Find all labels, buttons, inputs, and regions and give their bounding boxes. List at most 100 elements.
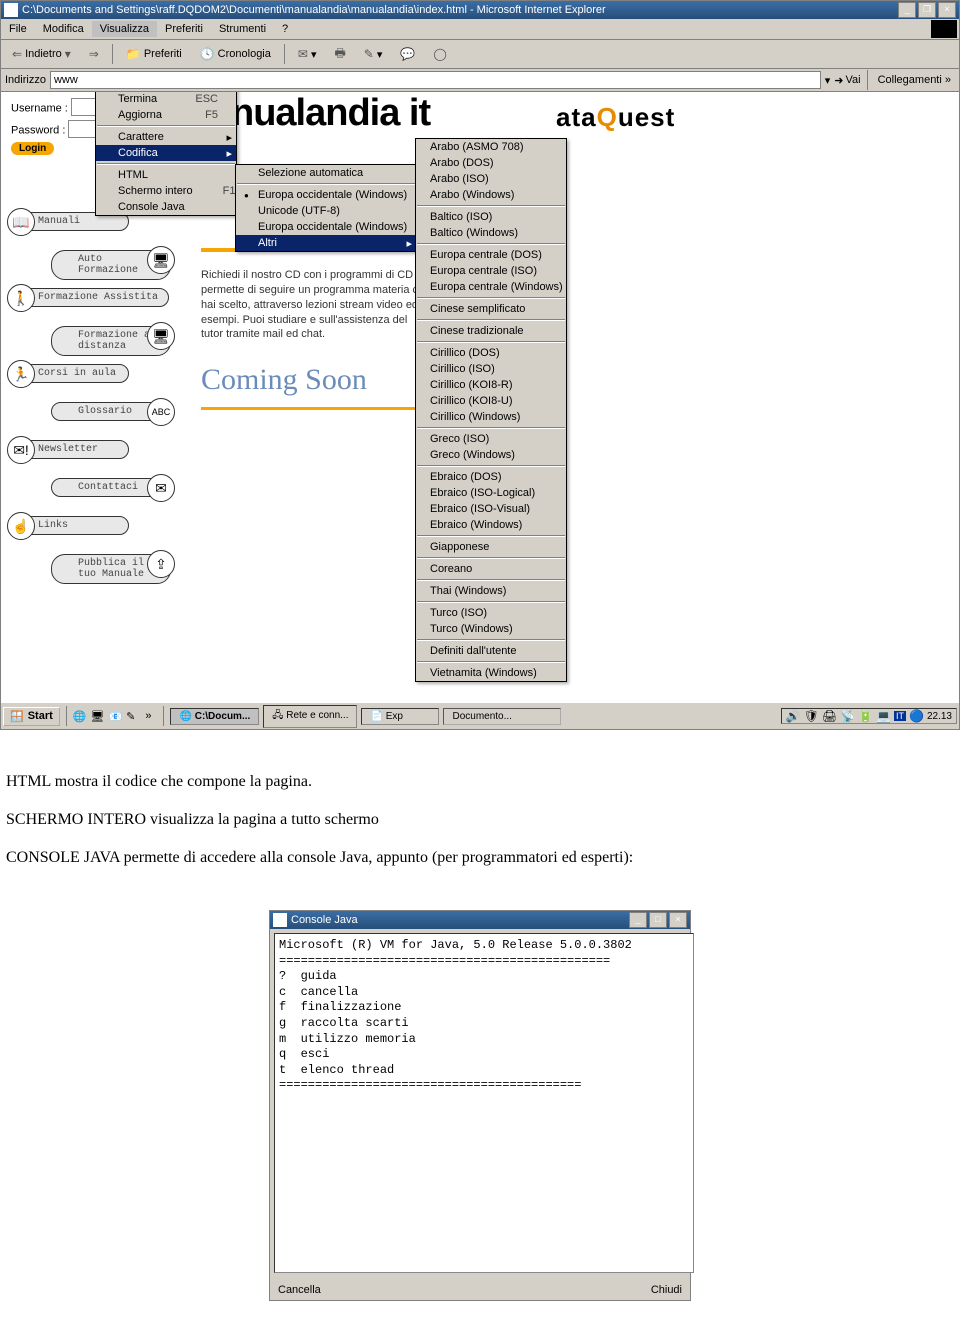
menu-item[interactable]: Europa occidentale (Windows) — [236, 219, 416, 235]
favorites-button[interactable]: 📁 Preferiti — [119, 44, 189, 64]
menu-preferiti[interactable]: Preferiti — [157, 21, 211, 37]
console-java-window: Console Java _ □ × Cancella Chiudi — [269, 910, 691, 1301]
encoding-option[interactable]: Arabo (DOS) — [416, 155, 566, 171]
encoding-option[interactable]: Greco (Windows) — [416, 447, 566, 463]
encoding-option[interactable]: Thai (Windows) — [416, 583, 566, 599]
encoding-option[interactable]: Giapponese — [416, 539, 566, 555]
menu-help[interactable]: ? — [274, 21, 296, 37]
menu-item[interactable]: TerminaESC — [96, 92, 236, 107]
encoding-option[interactable]: Baltico (ISO) — [416, 209, 566, 225]
menu-item[interactable]: Carattere▸ — [96, 129, 236, 145]
menu-item[interactable]: Selezione automatica — [236, 165, 416, 181]
encoding-option[interactable]: Cinese semplificato — [416, 301, 566, 317]
quick-edit-icon[interactable]: ✎ — [126, 710, 135, 723]
screen-icon: 🖥 — [147, 322, 175, 350]
encoding-option[interactable]: Coreano — [416, 561, 566, 577]
encoding-option[interactable]: Arabo (Windows) — [416, 187, 566, 203]
tray-icon[interactable]: 🛡 — [804, 709, 819, 723]
encoding-option[interactable]: Cirillico (ISO) — [416, 361, 566, 377]
tray-lang-icon[interactable]: IT — [894, 711, 906, 721]
go-button[interactable]: ➜ Vai — [834, 74, 860, 87]
tray-icon[interactable]: 📡 — [840, 709, 855, 723]
menu-strumenti[interactable]: Strumenti — [211, 21, 274, 37]
menu-item[interactable]: HTML — [96, 167, 236, 183]
tray-icon[interactable]: 💻 — [876, 709, 891, 723]
encoding-option[interactable]: Cirillico (KOI8-U) — [416, 393, 566, 409]
menu-file[interactable]: File — [1, 21, 35, 37]
console-close-button[interactable]: × — [669, 912, 687, 928]
encoding-option[interactable]: Cinese tradizionale — [416, 323, 566, 339]
discuss-button[interactable]: 💬 — [393, 44, 422, 64]
back-button[interactable]: ⇐ Indietro ▾ — [5, 44, 78, 64]
console-output[interactable] — [274, 933, 694, 1273]
mail-icon: ✉ — [298, 47, 308, 61]
console-close-text-button[interactable]: Chiudi — [651, 1284, 682, 1296]
history-button[interactable]: 🕓 Cronologia — [193, 44, 278, 64]
menu-item[interactable]: Altri▸ — [236, 235, 416, 251]
console-cancel-button[interactable]: Cancella — [278, 1284, 321, 1296]
nav-glossario[interactable]: ABCGlossario — [51, 402, 171, 432]
nav-formazione-distanza[interactable]: 🖥Formazione a distanza — [51, 326, 171, 356]
edit-button[interactable]: ✎▾ — [357, 44, 390, 64]
menu-modifica[interactable]: Modifica — [35, 21, 92, 37]
encoding-option[interactable]: Turco (Windows) — [416, 621, 566, 637]
quick-outlook-icon[interactable]: 📧 — [108, 710, 122, 723]
menu-item[interactable]: Europa occidentale (Windows) — [236, 187, 416, 203]
encoding-option[interactable]: Ebraico (Windows) — [416, 517, 566, 533]
encoding-option[interactable]: Europa centrale (DOS) — [416, 247, 566, 263]
menu-item[interactable]: Console Java — [96, 199, 236, 215]
nav-pubblica[interactable]: ⇪Pubblica il tuo Manuale — [51, 554, 171, 584]
encoding-option[interactable]: Ebraico (ISO-Logical) — [416, 485, 566, 501]
encoding-option[interactable]: Turco (ISO) — [416, 605, 566, 621]
encoding-option[interactable]: Europa centrale (Windows) — [416, 279, 566, 295]
nav-links[interactable]: ☝Links — [11, 516, 171, 546]
tray-icon[interactable]: 🔋 — [858, 709, 873, 723]
menu-visualizza[interactable]: Visualizza — [92, 21, 157, 37]
task-rete[interactable]: 🖧 Rete e conn... — [263, 705, 357, 728]
start-button[interactable]: 🪟 Start — [3, 707, 60, 726]
print-button[interactable]: 🖶 — [327, 41, 352, 68]
encoding-option[interactable]: Ebraico (DOS) — [416, 469, 566, 485]
nav-formazione-assistita[interactable]: 🚶Formazione Assistita — [11, 288, 171, 318]
nav-manuali[interactable]: 📖Manuali — [11, 212, 171, 242]
quick-more[interactable]: » — [139, 710, 157, 722]
menu-item[interactable]: Codifica▸ — [96, 145, 236, 161]
extra-button[interactable]: ◯ — [426, 44, 453, 64]
mail-button[interactable]: ✉▾ — [291, 44, 324, 64]
console-minimize-button[interactable]: _ — [629, 912, 647, 928]
tray-icon[interactable]: 🖨 — [822, 709, 837, 723]
console-maximize-button[interactable]: □ — [649, 912, 667, 928]
login-button[interactable]: Login — [11, 142, 54, 155]
maximize-button[interactable]: ❐ — [918, 2, 936, 18]
tray-icon[interactable]: 🔵 — [909, 709, 924, 723]
menu-item[interactable]: Unicode (UTF-8) — [236, 203, 416, 219]
links-button[interactable]: Collegamenti » — [874, 74, 955, 86]
encoding-option[interactable]: Arabo (ASMO 708) — [416, 139, 566, 155]
encoding-option[interactable]: Cirillico (KOI8-R) — [416, 377, 566, 393]
quick-ie-icon[interactable]: 🌐 — [73, 710, 87, 723]
nav-contattaci[interactable]: ✉Contattaci — [51, 478, 171, 508]
encoding-option[interactable]: Ebraico (ISO-Visual) — [416, 501, 566, 517]
encoding-option[interactable]: Cirillico (Windows) — [416, 409, 566, 425]
nav-auto-formazione[interactable]: 🖥Auto Formazione — [51, 250, 171, 280]
encoding-option[interactable]: Greco (ISO) — [416, 431, 566, 447]
nav-corsi-aula[interactable]: 🏃Corsi in aula — [11, 364, 171, 394]
task-ie[interactable]: 🌐 C:\Docum... — [170, 708, 259, 725]
tray-icon[interactable]: 🔊 — [786, 709, 801, 723]
task-explorer[interactable]: 📄 Exp — [361, 708, 439, 725]
menu-item[interactable]: Schermo interoF11 — [96, 183, 236, 199]
minimize-button[interactable]: _ — [898, 2, 916, 18]
quick-desktop-icon[interactable]: 🖥 — [90, 710, 104, 723]
encoding-option[interactable]: Vietnamita (Windows) — [416, 665, 566, 681]
forward-button[interactable]: ⇒ — [82, 44, 106, 64]
address-input[interactable] — [50, 71, 821, 89]
encoding-option[interactable]: Baltico (Windows) — [416, 225, 566, 241]
menu-item[interactable]: AggiornaF5 — [96, 107, 236, 123]
encoding-option[interactable]: Definiti dall'utente — [416, 643, 566, 659]
nav-newsletter[interactable]: ✉!Newsletter — [11, 440, 171, 470]
encoding-option[interactable]: Cirillico (DOS) — [416, 345, 566, 361]
encoding-option[interactable]: Europa centrale (ISO) — [416, 263, 566, 279]
encoding-option[interactable]: Arabo (ISO) — [416, 171, 566, 187]
close-button[interactable]: × — [938, 2, 956, 18]
address-dropdown-icon[interactable]: ▾ — [825, 74, 831, 87]
